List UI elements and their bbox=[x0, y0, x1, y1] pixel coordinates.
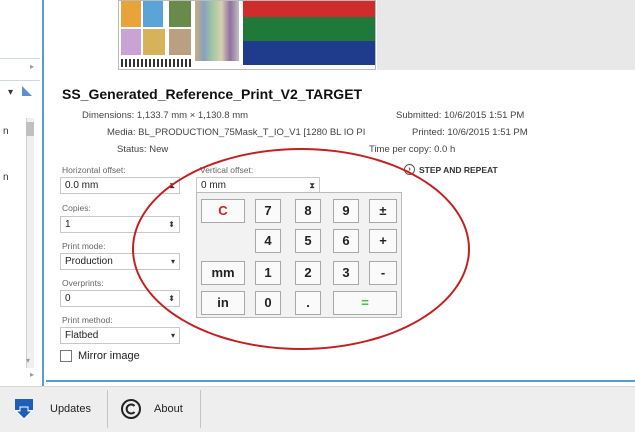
keypad-3-button[interactable]: 3 bbox=[333, 261, 359, 285]
keypad-equals-button[interactable]: = bbox=[333, 291, 397, 315]
chevron-down-icon: ▾ bbox=[170, 257, 175, 266]
print-method-value: Flatbed bbox=[65, 330, 99, 341]
updates-button[interactable]: Updates bbox=[12, 386, 91, 432]
keypad-6-button[interactable]: 6 bbox=[333, 229, 359, 253]
horizontal-offset-value: 0.0 mm bbox=[65, 180, 99, 191]
keypad-7-button[interactable]: 7 bbox=[255, 199, 281, 223]
keypad-2-button[interactable]: 2 bbox=[295, 261, 321, 285]
overprints-field[interactable]: 0 ⬍ bbox=[60, 290, 180, 307]
about-button[interactable]: About bbox=[120, 386, 183, 432]
keypad-1-button[interactable]: 1 bbox=[255, 261, 281, 285]
copies-value: 1 bbox=[65, 219, 71, 230]
preview-background bbox=[377, 0, 635, 70]
keypad-toggle-icon[interactable]: ⧗ bbox=[309, 178, 315, 193]
keypad-plus-button[interactable]: + bbox=[369, 229, 397, 253]
keypad-dot-button[interactable]: . bbox=[295, 291, 321, 315]
mirror-image-checkbox[interactable] bbox=[60, 350, 72, 362]
divider bbox=[0, 80, 40, 81]
keypad-8-button[interactable]: 8 bbox=[295, 199, 321, 223]
spinner-icon[interactable]: ⬍ bbox=[168, 217, 175, 232]
scroll-down-icon[interactable]: ▾ bbox=[26, 356, 30, 365]
dropdown-arrow-icon[interactable]: ▾ bbox=[8, 87, 13, 98]
divider bbox=[0, 58, 40, 59]
mirror-image-label: Mirror image bbox=[78, 350, 140, 362]
time-per-copy: Time per copy: 0.0 h bbox=[369, 144, 456, 155]
print-method-select[interactable]: Flatbed ▾ bbox=[60, 327, 180, 344]
updates-label: Updates bbox=[50, 403, 91, 415]
left-panel bbox=[0, 0, 44, 386]
keypad-clear-button[interactable]: C bbox=[201, 199, 245, 223]
job-dimensions: Dimensions: 1,133.7 mm × 1,130.8 mm bbox=[82, 110, 249, 121]
panel-border bbox=[46, 380, 635, 382]
vertical-offset-value: 0 mm bbox=[201, 180, 226, 191]
overprints-label: Overprints: bbox=[62, 278, 104, 288]
spinner-icon[interactable]: ⬍ bbox=[168, 291, 175, 306]
numeric-keypad: C 7 8 9 ± 4 5 6 + mm 1 2 3 - in 0 . = bbox=[196, 192, 402, 318]
chevron-right-icon[interactable]: ▸ bbox=[30, 370, 34, 379]
keypad-in-button[interactable]: in bbox=[201, 291, 245, 315]
print-mode-select[interactable]: Production ▾ bbox=[60, 253, 180, 270]
scrollbar-thumb[interactable] bbox=[26, 122, 34, 136]
mirror-image-option[interactable]: Mirror image bbox=[60, 350, 140, 362]
horizontal-offset-label: Horizontal offset: bbox=[62, 165, 126, 175]
copies-field[interactable]: 1 ⬍ bbox=[60, 216, 180, 233]
keypad-0-button[interactable]: 0 bbox=[255, 291, 281, 315]
job-status: Status: New bbox=[117, 144, 169, 155]
job-submitted: Submitted: 10/6/2015 1:51 PM bbox=[396, 110, 525, 121]
overprints-value: 0 bbox=[65, 293, 71, 304]
chevron-down-icon: ▾ bbox=[170, 331, 175, 340]
chevron-right-icon: › bbox=[404, 164, 415, 175]
step-and-repeat-label: STEP AND REPEAT bbox=[419, 164, 498, 175]
job-preview-image bbox=[118, 0, 376, 70]
print-mode-label: Print mode: bbox=[62, 241, 106, 251]
print-mode-value: Production bbox=[65, 256, 113, 267]
chevron-right-icon[interactable]: ▸ bbox=[30, 62, 34, 71]
job-media: Media: BL_PRODUCTION_75Mask_T_IO_V1 [128… bbox=[107, 127, 366, 138]
list-item-fragment[interactable]: n bbox=[3, 126, 9, 137]
keypad-9-button[interactable]: 9 bbox=[333, 199, 359, 223]
keypad-4-button[interactable]: 4 bbox=[255, 229, 281, 253]
copyright-icon bbox=[121, 399, 141, 419]
keypad-mm-button[interactable]: mm bbox=[201, 261, 245, 285]
vertical-offset-label: Vertical offset: bbox=[200, 165, 254, 175]
copies-label: Copies: bbox=[62, 203, 91, 213]
keypad-plusminus-button[interactable]: ± bbox=[369, 199, 397, 223]
toolbar-separator bbox=[200, 390, 201, 428]
list-item-fragment[interactable]: n bbox=[3, 172, 9, 183]
print-method-label: Print method: bbox=[62, 315, 113, 325]
job-printed: Printed: 10/6/2015 1:51 PM bbox=[412, 127, 528, 138]
filter-icon[interactable] bbox=[20, 84, 34, 98]
about-label: About bbox=[154, 403, 183, 415]
bottom-toolbar bbox=[0, 386, 635, 432]
keypad-minus-button[interactable]: - bbox=[369, 261, 397, 285]
keypad-toggle-icon[interactable]: ⧗ bbox=[169, 178, 175, 193]
scrollbar-track[interactable] bbox=[26, 118, 34, 368]
step-and-repeat-button[interactable]: › STEP AND REPEAT bbox=[404, 164, 498, 175]
toolbar-separator bbox=[107, 390, 108, 428]
updates-icon bbox=[14, 399, 34, 420]
keypad-5-button[interactable]: 5 bbox=[295, 229, 321, 253]
job-title: SS_Generated_Reference_Print_V2_TARGET bbox=[62, 86, 363, 102]
horizontal-offset-field[interactable]: 0.0 mm ⧗ bbox=[60, 177, 180, 194]
